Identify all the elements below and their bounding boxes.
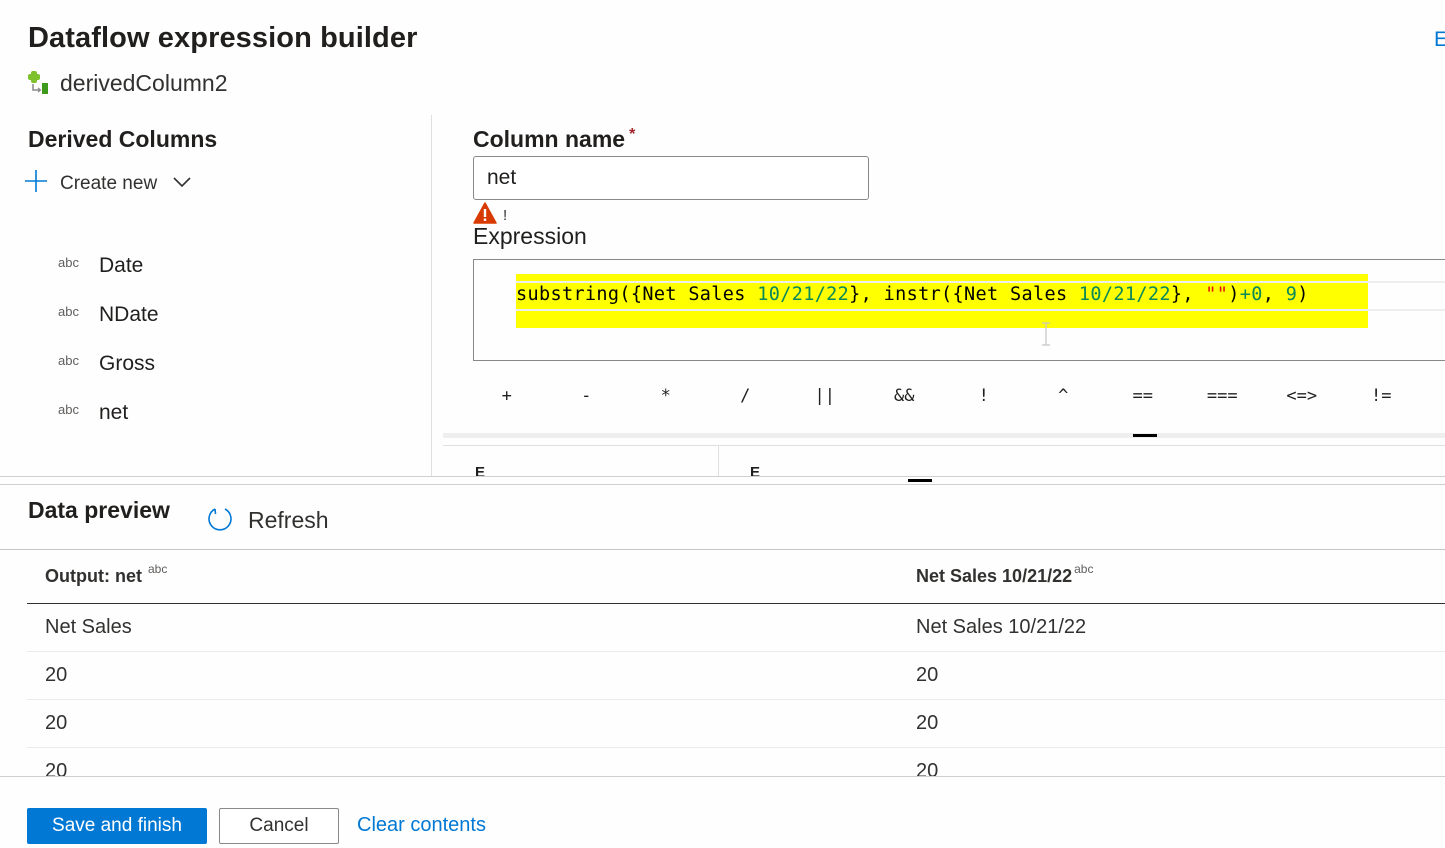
table-cell: 20 [45, 760, 68, 776]
transformation-name: derivedColumn2 [28, 70, 227, 97]
table-cell: 20 [916, 664, 939, 686]
expression-token: substring({Net Sales [516, 284, 758, 305]
derived-columns-heading: Derived Columns [28, 126, 218, 152]
table-cell: 20 [916, 712, 939, 734]
clear-contents-link[interactable]: Clear contents [357, 814, 486, 837]
operator-button[interactable]: * [626, 381, 706, 411]
expression-token: 10/21/22 [1078, 284, 1171, 305]
plus-icon [24, 169, 48, 198]
divider [718, 446, 719, 476]
table-cell: 20 [45, 712, 68, 734]
operator-button[interactable]: + [467, 381, 547, 411]
derived-column-item[interactable]: abc Gross [58, 339, 159, 388]
string-type-icon: abc [1074, 562, 1094, 576]
operator-button[interactable]: / [706, 381, 786, 411]
expression-token: }, instr({Net Sales [849, 284, 1079, 305]
table-row: 20 20 [27, 748, 1445, 776]
column-name-label: Column name * [473, 126, 635, 153]
operator-button[interactable]: == [1103, 381, 1183, 411]
column-name-input[interactable] [473, 156, 869, 200]
top-right-link[interactable]: E [1434, 28, 1445, 52]
divider [0, 484, 1445, 485]
expression-token: , [1262, 284, 1286, 305]
save-and-finish-button[interactable]: Save and finish [27, 808, 207, 844]
table-cell: 20 [916, 760, 939, 776]
column-header-name: Output: net [45, 566, 142, 586]
table-row: 20 20 [27, 700, 1445, 748]
expression-token: 10/21/22 [757, 284, 850, 305]
operator-button[interactable]: ! [944, 381, 1024, 411]
string-type-icon: abc [58, 255, 79, 270]
operator-button[interactable]: != [1342, 381, 1422, 411]
table-row: Net Sales Net Sales 10/21/22 [27, 604, 1445, 652]
create-new-label: Create new [60, 172, 158, 194]
chevron-down-icon[interactable] [173, 175, 191, 193]
derived-column-name: net [99, 400, 129, 424]
expression-token: ) [1297, 284, 1309, 305]
column-name-label-text: Column name [473, 126, 626, 152]
operator-toolbar: + - * / || &&! ^ == === <=> != [467, 381, 1421, 411]
derived-columns-panel: Derived Columns Create new abc Date abc … [0, 115, 432, 476]
divider [0, 776, 1445, 777]
derived-column-icon [28, 70, 52, 97]
text-cursor-icon [1040, 322, 1052, 346]
operator-scrollbar[interactable] [443, 433, 1445, 438]
expression-token: "" [1205, 284, 1229, 305]
operator-button[interactable]: === [1183, 381, 1263, 411]
derived-column-list: abc Date abc NDate abc Gross abc net [58, 241, 159, 437]
operator-button[interactable]: <=> [1262, 381, 1342, 411]
expression-token: +0 [1239, 284, 1263, 305]
table-cell: Net Sales 10/21/22 [916, 616, 1087, 638]
refresh-label: Refresh [248, 507, 329, 533]
expression-label: Expression [473, 223, 587, 249]
expression-code[interactable]: substring({Net Sales 10/21/22}, instr({N… [516, 284, 1309, 305]
string-type-icon: abc [58, 304, 79, 319]
warning-text: ! [503, 207, 508, 224]
expression-token: ) [1228, 284, 1240, 305]
derived-column-name: Date [99, 253, 144, 277]
string-type-icon: abc [58, 402, 79, 417]
page-title: Dataflow expression builder [28, 22, 418, 54]
data-preview-grid: Output: net abc Net Sales 10/21/22 abc Net… [27, 550, 1445, 776]
tab-expression-values[interactable]: E [750, 466, 760, 476]
grid-body[interactable]: Net Sales Net Sales 10/21/22 20 20 20 20… [27, 604, 1445, 776]
tab-expression-elements[interactable]: E [475, 466, 485, 476]
operator-scrollbar-thumb[interactable] [1133, 434, 1157, 437]
data-preview-title: Data preview [28, 497, 170, 523]
string-type-icon: abc [147, 562, 168, 576]
create-new-button[interactable]: Create new [24, 169, 191, 198]
column-header[interactable]: Output: net abc [27, 562, 898, 587]
derived-column-name: NDate [99, 302, 159, 326]
table-cell: Net Sales [45, 616, 132, 638]
divider [0, 476, 1445, 477]
refresh-button[interactable]: Refresh [206, 504, 329, 537]
operator-button[interactable]: ^ [1024, 381, 1104, 411]
required-marker: * [629, 126, 636, 143]
expression-token: 9 [1285, 284, 1298, 305]
derived-column-item[interactable]: abc net [58, 388, 159, 437]
cancel-button[interactable]: Cancel [219, 808, 339, 844]
divider [443, 445, 1445, 446]
expression-editor[interactable]: substring({Net Sales 10/21/22}, instr({N… [473, 259, 1445, 361]
operator-button[interactable]: && [865, 381, 945, 411]
derived-column-item[interactable]: abc Date [58, 241, 159, 290]
active-tab-indicator [908, 479, 932, 482]
transformation-name-text: derivedColumn2 [60, 70, 228, 96]
table-cell: 20 [45, 664, 68, 686]
expression-editor-panel: Column name* ! Expression substring({Net… [433, 115, 1445, 482]
expression-token: }, [1170, 284, 1206, 305]
table-row: 20 20 [27, 652, 1445, 700]
operator-button[interactable]: || [785, 381, 865, 411]
derived-column-name: Gross [99, 351, 156, 375]
column-header[interactable]: Net Sales 10/21/22 abc [898, 562, 1445, 587]
string-type-icon: abc [58, 353, 79, 368]
operator-button[interactable]: - [547, 381, 627, 411]
refresh-icon [206, 504, 234, 537]
grid-header-row: Output: net abc Net Sales 10/21/22 abc [27, 550, 1445, 604]
derived-column-item[interactable]: abc NDate [58, 290, 159, 339]
column-header-name: Net Sales 10/21/22 [916, 566, 1073, 586]
